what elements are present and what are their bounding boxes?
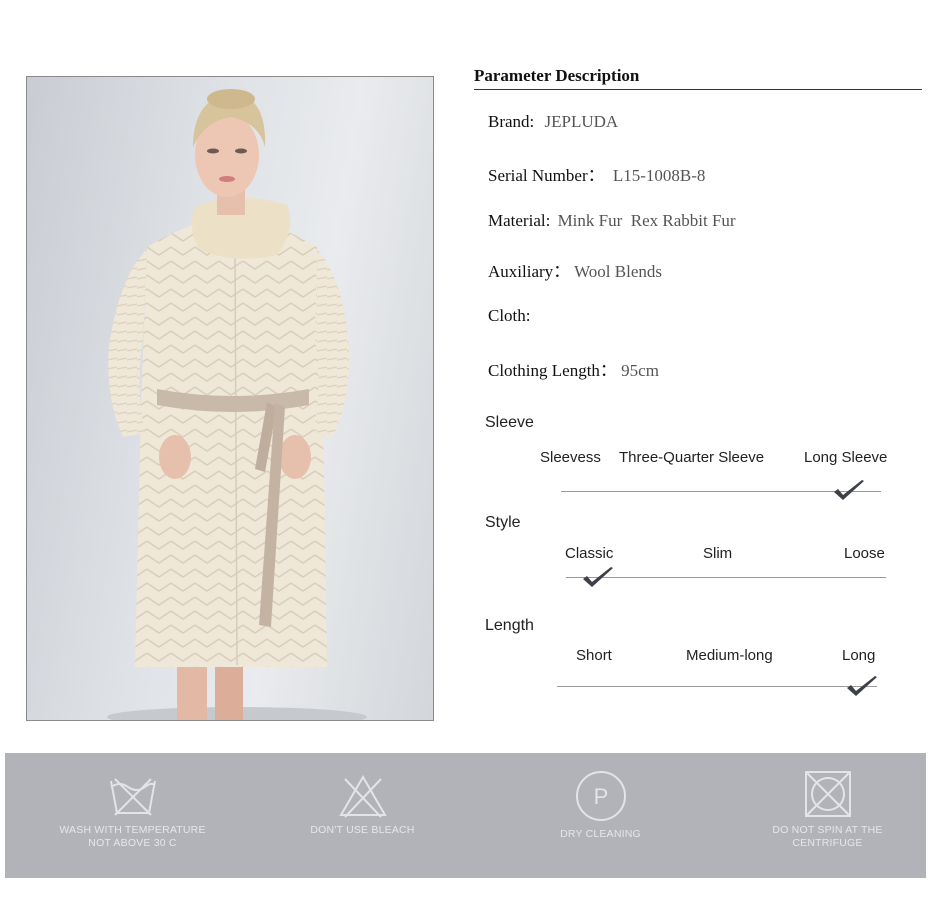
length-title: Length xyxy=(485,617,534,634)
auxiliary-label: Auxiliary： xyxy=(488,262,571,281)
wash-label-line2: NOT ABOVE 30 C xyxy=(88,837,177,849)
style-title: Style xyxy=(485,514,521,531)
style-check-icon xyxy=(583,567,613,587)
dry-cleaning-label: DRY CLEANING xyxy=(560,828,641,840)
brand-label: Brand: xyxy=(488,112,535,131)
parameter-title: Parameter Description xyxy=(474,66,640,85)
dry-cleaning-symbol: P xyxy=(593,784,608,809)
bleach-label: DON'T USE BLEACH xyxy=(310,824,415,836)
style-option-loose: Loose xyxy=(844,545,885,562)
sleeve-option-sleeveless: Sleevess xyxy=(540,449,601,466)
brand-row: Brand: JEPLUDA xyxy=(488,112,618,132)
style-option-classic: Classic xyxy=(565,545,614,562)
serial-label: Serial Number： xyxy=(488,166,605,185)
care-wash: WASH WITH TEMPERATURE NOT ABOVE 30 C xyxy=(45,773,220,850)
auxiliary-value: Wool Blends xyxy=(574,262,662,281)
clothing-length-label: Clothing Length： xyxy=(488,361,617,380)
brand-value: JEPLUDA xyxy=(544,112,619,131)
care-spin: DO NOT SPIN AT THE CENTRIFUGE xyxy=(745,769,910,850)
spin-label-line1: DO NOT SPIN AT THE xyxy=(772,824,883,836)
length-check-icon xyxy=(847,676,877,696)
style-option-slim: Slim xyxy=(703,545,733,562)
length-track xyxy=(557,686,877,687)
care-dry-cleaning: P DRY CLEANING xyxy=(533,769,668,841)
title-divider xyxy=(474,89,922,90)
sleeve-title: Sleeve xyxy=(485,414,534,431)
care-instructions-bar: WASH WITH TEMPERATURE NOT ABOVE 30 C DON… xyxy=(5,753,926,878)
care-bleach: DON'T USE BLEACH xyxy=(290,773,435,837)
sleeve-option-three-quarter: Three-Quarter Sleeve xyxy=(619,449,765,466)
material-row: Material: Mink Fur Rex Rabbit Fur xyxy=(488,211,736,231)
no-bleach-icon xyxy=(338,775,387,818)
dry-cleaning-icon: P xyxy=(575,771,626,821)
model-illustration xyxy=(107,89,367,720)
wash-label-line1: WASH WITH TEMPERATURE xyxy=(59,824,206,836)
length-option-long: Long xyxy=(842,647,876,664)
sleeve-check-icon xyxy=(834,480,864,500)
length-option-short: Short xyxy=(576,647,612,664)
spin-label-line2: CENTRIFUGE xyxy=(792,837,863,849)
serial-value: L15-1008B-8 xyxy=(612,166,706,185)
material-label: Material: xyxy=(488,211,551,230)
no-tumble-spin-icon xyxy=(804,771,851,817)
clothing-length-row: Clothing Length： 95cm xyxy=(488,356,659,381)
cloth-row: Cloth: xyxy=(488,306,531,326)
clothing-length-value: 95cm xyxy=(621,361,659,380)
wash-temperature-icon xyxy=(109,778,156,816)
serial-row: Serial Number： L15-1008B-8 xyxy=(488,161,705,186)
auxiliary-row: Auxiliary： Wool Blends xyxy=(488,257,662,282)
sleeve-option-long: Long Sleeve xyxy=(804,449,888,466)
length-option-medium-long: Medium-long xyxy=(686,647,773,664)
cloth-label: Cloth: xyxy=(488,306,531,325)
material-value: Mink Fur Rex Rabbit Fur xyxy=(557,211,736,230)
product-photo xyxy=(26,76,434,721)
